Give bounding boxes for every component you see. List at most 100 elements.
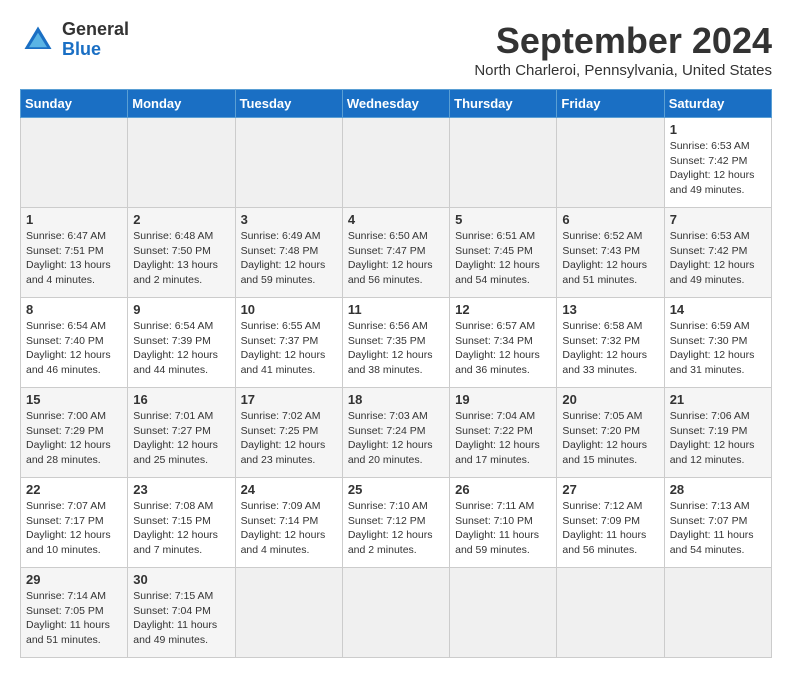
day-number: 1 xyxy=(670,122,766,137)
calendar-cell: 18 Sunrise: 7:03 AMSunset: 7:24 PMDayligh… xyxy=(342,388,449,478)
cell-content: Sunrise: 6:57 AMSunset: 7:34 PMDaylight:… xyxy=(455,320,540,376)
day-number: 2 xyxy=(133,212,229,227)
cell-content: Sunrise: 7:07 AMSunset: 7:17 PMDaylight:… xyxy=(26,500,111,556)
calendar-week-row: 1 Sunrise: 6:53 AMSunset: 7:42 PMDaylight… xyxy=(21,118,772,208)
cell-content: Sunrise: 6:56 AMSunset: 7:35 PMDaylight:… xyxy=(348,320,433,376)
calendar-cell xyxy=(235,568,342,658)
cell-content: Sunrise: 6:59 AMSunset: 7:30 PMDaylight:… xyxy=(670,320,755,376)
page-header: General Blue September 2024 North Charle… xyxy=(20,20,772,79)
day-header-wednesday: Wednesday xyxy=(342,90,449,118)
cell-content: Sunrise: 6:50 AMSunset: 7:47 PMDaylight:… xyxy=(348,230,433,286)
cell-content: Sunrise: 6:49 AMSunset: 7:48 PMDaylight:… xyxy=(241,230,326,286)
cell-content: Sunrise: 7:05 AMSunset: 7:20 PMDaylight:… xyxy=(562,410,647,466)
cell-content: Sunrise: 7:02 AMSunset: 7:25 PMDaylight:… xyxy=(241,410,326,466)
calendar-cell: 4 Sunrise: 6:50 AMSunset: 7:47 PMDaylight… xyxy=(342,208,449,298)
cell-content: Sunrise: 7:14 AMSunset: 7:05 PMDaylight:… xyxy=(26,590,110,646)
calendar-cell xyxy=(664,568,771,658)
calendar-cell xyxy=(342,568,449,658)
calendar-cell: 7 Sunrise: 6:53 AMSunset: 7:42 PMDaylight… xyxy=(664,208,771,298)
cell-content: Sunrise: 6:53 AMSunset: 7:42 PMDaylight:… xyxy=(670,140,755,196)
calendar-cell: 9 Sunrise: 6:54 AMSunset: 7:39 PMDaylight… xyxy=(128,298,235,388)
cell-content: Sunrise: 6:58 AMSunset: 7:32 PMDaylight:… xyxy=(562,320,647,376)
calendar-cell: 16 Sunrise: 7:01 AMSunset: 7:27 PMDayligh… xyxy=(128,388,235,478)
cell-content: Sunrise: 6:47 AMSunset: 7:51 PMDaylight:… xyxy=(26,230,111,286)
day-number: 15 xyxy=(26,392,122,407)
day-number: 8 xyxy=(26,302,122,317)
cell-content: Sunrise: 7:10 AMSunset: 7:12 PMDaylight:… xyxy=(348,500,433,556)
calendar-cell: 19 Sunrise: 7:04 AMSunset: 7:22 PMDayligh… xyxy=(450,388,557,478)
calendar-cell: 29 Sunrise: 7:14 AMSunset: 7:05 PMDayligh… xyxy=(21,568,128,658)
day-number: 13 xyxy=(562,302,658,317)
day-number: 1 xyxy=(26,212,122,227)
day-header-monday: Monday xyxy=(128,90,235,118)
day-number: 30 xyxy=(133,572,229,587)
day-number: 22 xyxy=(26,482,122,497)
calendar-cell: 6 Sunrise: 6:52 AMSunset: 7:43 PMDaylight… xyxy=(557,208,664,298)
calendar-cell: 8 Sunrise: 6:54 AMSunset: 7:40 PMDaylight… xyxy=(21,298,128,388)
day-number: 12 xyxy=(455,302,551,317)
calendar-header-row: SundayMondayTuesdayWednesdayThursdayFrid… xyxy=(21,90,772,118)
title-block: September 2024 North Charleroi, Pennsylv… xyxy=(474,20,772,79)
calendar-cell: 11 Sunrise: 6:56 AMSunset: 7:35 PMDayligh… xyxy=(342,298,449,388)
day-number: 21 xyxy=(670,392,766,407)
day-header-sunday: Sunday xyxy=(21,90,128,118)
day-number: 28 xyxy=(670,482,766,497)
day-number: 27 xyxy=(562,482,658,497)
calendar-cell xyxy=(21,118,128,208)
calendar-cell: 15 Sunrise: 7:00 AMSunset: 7:29 PMDayligh… xyxy=(21,388,128,478)
day-number: 16 xyxy=(133,392,229,407)
day-number: 5 xyxy=(455,212,551,227)
day-number: 29 xyxy=(26,572,122,587)
calendar-week-row: 1 Sunrise: 6:47 AMSunset: 7:51 PMDaylight… xyxy=(21,208,772,298)
calendar-table: SundayMondayTuesdayWednesdayThursdayFrid… xyxy=(20,89,772,658)
cell-content: Sunrise: 6:53 AMSunset: 7:42 PMDaylight:… xyxy=(670,230,755,286)
cell-content: Sunrise: 7:03 AMSunset: 7:24 PMDaylight:… xyxy=(348,410,433,466)
day-header-thursday: Thursday xyxy=(450,90,557,118)
day-number: 3 xyxy=(241,212,337,227)
day-number: 18 xyxy=(348,392,444,407)
cell-content: Sunrise: 6:54 AMSunset: 7:40 PMDaylight:… xyxy=(26,320,111,376)
calendar-cell: 27Sunrise: 7:12 AMSunset: 7:09 PMDayligh… xyxy=(557,478,664,568)
cell-content: Sunrise: 6:54 AMSunset: 7:39 PMDaylight:… xyxy=(133,320,218,376)
day-number: 11 xyxy=(348,302,444,317)
day-number: 17 xyxy=(241,392,337,407)
cell-content: Sunrise: 6:52 AMSunset: 7:43 PMDaylight:… xyxy=(562,230,647,286)
cell-content: Sunrise: 7:09 AMSunset: 7:14 PMDaylight:… xyxy=(241,500,326,556)
calendar-cell: 3 Sunrise: 6:49 AMSunset: 7:48 PMDaylight… xyxy=(235,208,342,298)
day-number: 10 xyxy=(241,302,337,317)
day-header-friday: Friday xyxy=(557,90,664,118)
calendar-cell: 26Sunrise: 7:11 AMSunset: 7:10 PMDayligh… xyxy=(450,478,557,568)
day-number: 25 xyxy=(348,482,444,497)
cell-content: Sunrise: 7:00 AMSunset: 7:29 PMDaylight:… xyxy=(26,410,111,466)
cell-content: Sunrise: 7:15 AMSunset: 7:04 PMDaylight:… xyxy=(133,590,217,646)
cell-content: Sunrise: 6:55 AMSunset: 7:37 PMDaylight:… xyxy=(241,320,326,376)
day-number: 23 xyxy=(133,482,229,497)
day-number: 6 xyxy=(562,212,658,227)
calendar-cell xyxy=(557,568,664,658)
calendar-cell: 22 Sunrise: 7:07 AMSunset: 7:17 PMDayligh… xyxy=(21,478,128,568)
day-number: 24 xyxy=(241,482,337,497)
calendar-cell: 10 Sunrise: 6:55 AMSunset: 7:37 PMDayligh… xyxy=(235,298,342,388)
calendar-cell: 1 Sunrise: 6:53 AMSunset: 7:42 PMDaylight… xyxy=(664,118,771,208)
calendar-cell: 17 Sunrise: 7:02 AMSunset: 7:25 PMDayligh… xyxy=(235,388,342,478)
calendar-cell: 14Sunrise: 6:59 AMSunset: 7:30 PMDayligh… xyxy=(664,298,771,388)
calendar-cell xyxy=(235,118,342,208)
cell-content: Sunrise: 7:01 AMSunset: 7:27 PMDaylight:… xyxy=(133,410,218,466)
calendar-cell: 25 Sunrise: 7:10 AMSunset: 7:12 PMDayligh… xyxy=(342,478,449,568)
day-number: 9 xyxy=(133,302,229,317)
calendar-body: 1 Sunrise: 6:53 AMSunset: 7:42 PMDaylight… xyxy=(21,118,772,658)
calendar-cell: 12 Sunrise: 6:57 AMSunset: 7:34 PMDayligh… xyxy=(450,298,557,388)
cell-content: Sunrise: 7:13 AMSunset: 7:07 PMDaylight:… xyxy=(670,500,754,556)
day-number: 7 xyxy=(670,212,766,227)
calendar-cell xyxy=(450,568,557,658)
day-number: 19 xyxy=(455,392,551,407)
cell-content: Sunrise: 7:06 AMSunset: 7:19 PMDaylight:… xyxy=(670,410,755,466)
logo-icon xyxy=(20,22,56,58)
day-number: 4 xyxy=(348,212,444,227)
calendar-cell: 13 Sunrise: 6:58 AMSunset: 7:32 PMDayligh… xyxy=(557,298,664,388)
logo-blue: Blue xyxy=(62,39,101,59)
day-number: 20 xyxy=(562,392,658,407)
logo: General Blue xyxy=(20,20,129,60)
day-header-saturday: Saturday xyxy=(664,90,771,118)
cell-content: Sunrise: 7:04 AMSunset: 7:22 PMDaylight:… xyxy=(455,410,540,466)
